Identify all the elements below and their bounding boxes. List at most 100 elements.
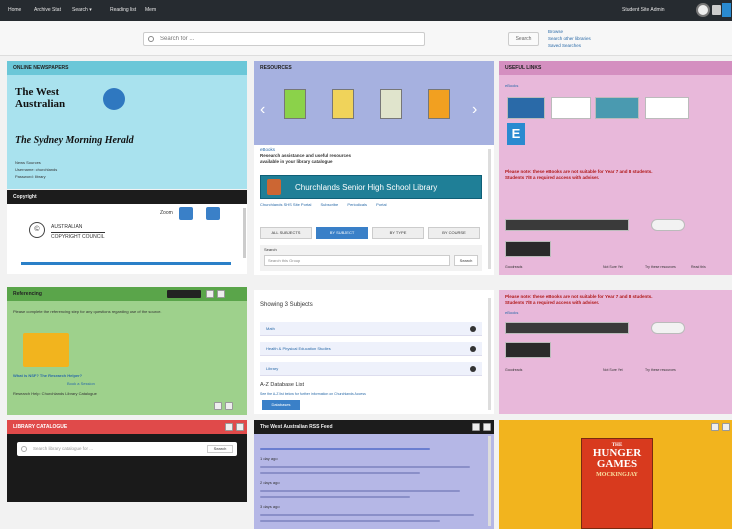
group-search-button[interactable]: Search	[454, 255, 478, 266]
school-crest-icon	[267, 179, 281, 195]
sydney-morning-herald-logo[interactable]: The Sydney Morning Herald	[15, 135, 245, 146]
subject-math[interactable]: Math	[266, 326, 275, 331]
rss-time: 2 days ago	[260, 480, 280, 485]
subject-library[interactable]: Library	[266, 366, 278, 371]
carousel: ‹ ›	[254, 75, 494, 145]
tab-by-subject[interactable]: BY SUBJECT	[316, 227, 368, 239]
search-links: Browse Search other libraries Saved Sear…	[548, 28, 591, 49]
label-try-resources[interactable]: Try these resources	[645, 265, 676, 269]
nav-search-menu[interactable]: Search ▾	[72, 7, 92, 13]
browse-link[interactable]: Browse	[548, 28, 591, 35]
folder-icon[interactable]	[23, 333, 69, 367]
label-goodreads[interactable]: Goodreads	[505, 368, 522, 372]
nav-reading-list[interactable]: Reading list	[110, 7, 136, 13]
user-name[interactable]: Student Site Admin	[622, 7, 665, 13]
rss-headline[interactable]	[260, 448, 430, 450]
audio-badge[interactable]	[651, 219, 685, 231]
subject-health[interactable]: Health & Physical Education Studies	[266, 346, 331, 351]
zoom-in-button[interactable]	[179, 207, 193, 220]
avatar[interactable]	[696, 3, 710, 17]
library-link-subscribe[interactable]: Subscribe	[320, 202, 338, 207]
edit-icon[interactable]	[472, 423, 480, 431]
saved-searches-link[interactable]: Saved Searches	[548, 42, 591, 49]
rss-panel: The West Australian RSS Feed 1 day ago 2…	[254, 420, 494, 529]
delete-icon[interactable]	[236, 423, 244, 431]
page-button[interactable]	[214, 402, 222, 410]
nav-mem[interactable]: Mem	[145, 7, 156, 13]
edit-icon[interactable]	[225, 423, 233, 431]
tab-by-course[interactable]: BY COURSE	[428, 227, 480, 239]
ebooks-link[interactable]: eBooks	[505, 83, 518, 88]
book-cover[interactable]	[428, 89, 450, 119]
group-search-input[interactable]: Search this Group	[264, 255, 450, 266]
zoom-label: Zoom	[160, 210, 173, 216]
ebooks-link[interactable]: eBooks	[505, 310, 518, 315]
library-link-portal[interactable]: Churchlands SHS Site Portal	[260, 202, 311, 207]
library-link-periodicals[interactable]: Periodicals	[347, 202, 367, 207]
search-button[interactable]: Search	[508, 32, 539, 46]
catalogue-search-input[interactable]: Search library catalogue for ...	[33, 446, 93, 451]
nav-archive[interactable]: Archive Stat	[34, 7, 61, 13]
promo-banner[interactable]	[505, 219, 629, 231]
ebook-platform-logo[interactable]	[595, 97, 639, 119]
copyright-panel: Copyright Zoom © AUSTRALIAN COPYRIGHT CO…	[7, 190, 247, 274]
carousel-prev-icon[interactable]: ‹	[260, 101, 265, 119]
scrollbar[interactable]	[488, 298, 491, 410]
tab-all-subjects[interactable]: ALL SUBJECTS	[260, 227, 312, 239]
ebook-e-icon[interactable]: E	[507, 123, 525, 145]
databases-button[interactable]: Databases	[262, 400, 300, 410]
book-cover[interactable]	[380, 89, 402, 119]
tab-by-type[interactable]: BY TYPE	[372, 227, 424, 239]
research-helper-link[interactable]: What is NSF? The Research Helper?	[13, 373, 82, 378]
az-description: See the A-Z list below for further infor…	[260, 392, 366, 396]
list-item[interactable]: Library	[260, 362, 482, 376]
toggle-button[interactable]	[167, 290, 201, 298]
book-session-link[interactable]: Book a Session	[67, 381, 95, 386]
audio-badge[interactable]	[651, 322, 685, 334]
help-tab[interactable]	[722, 3, 731, 17]
fullscreen-button[interactable]	[206, 207, 220, 220]
resources-subtitle-2: available in your library catalogue	[260, 159, 333, 164]
scrollbar[interactable]	[488, 436, 491, 526]
settings-icon[interactable]	[712, 5, 721, 15]
useful-links-panel: USEFUL LINKS eBooks E Please note: these…	[499, 61, 732, 275]
book-cover[interactable]	[332, 89, 354, 119]
promo-banner[interactable]	[505, 322, 629, 334]
list-item[interactable]: Health & Physical Education Studies	[260, 342, 482, 356]
page-button[interactable]	[225, 402, 233, 410]
book-cover[interactable]	[284, 89, 306, 119]
search-other-libraries-link[interactable]: Search other libraries	[548, 35, 591, 42]
search-icon	[21, 446, 27, 452]
useful-links-title: USEFUL LINKS	[499, 61, 732, 75]
delete-icon[interactable]	[483, 423, 491, 431]
delete-icon[interactable]	[217, 290, 225, 298]
scrollbar[interactable]	[243, 208, 246, 258]
edit-icon[interactable]	[711, 423, 719, 431]
list-item[interactable]: Math	[260, 322, 482, 336]
book-cover-hunger-games[interactable]: THE HUNGER GAMES MOCKINGJAY	[581, 438, 653, 529]
wheelers-logo[interactable]	[645, 97, 689, 119]
catalogue-search-button[interactable]: Search	[207, 445, 233, 453]
label-not-sure[interactable]: Not Sure Yet	[603, 265, 623, 269]
study-guide-logo[interactable]	[505, 241, 551, 257]
west-australian-logo[interactable]: The West Australian	[15, 86, 97, 110]
referencing-panel: Referencing Please complete the referenc…	[7, 287, 247, 415]
study-guide-logo[interactable]	[505, 342, 551, 358]
label-not-sure[interactable]: Not Sure Yet	[603, 368, 623, 373]
library-link-portal-2[interactable]: Portal	[376, 202, 386, 207]
cloud-library-logo[interactable]	[551, 97, 591, 119]
delete-icon[interactable]	[722, 423, 730, 431]
label-try-resources[interactable]: Try these resources	[645, 368, 676, 373]
library-banner[interactable]: Churchlands Senior High School Library	[260, 175, 482, 199]
label-read-this[interactable]: Read this	[691, 265, 706, 269]
news-badge-icon[interactable]	[103, 88, 125, 110]
edit-icon[interactable]	[206, 290, 214, 298]
ebook-platform-logo[interactable]	[507, 97, 545, 119]
nav-home[interactable]: Home	[8, 7, 21, 13]
resources-title: RESOURCES	[254, 61, 494, 75]
search-input[interactable]	[144, 33, 424, 45]
scrollbar[interactable]	[488, 149, 491, 269]
ebooks-notice-line-2: Students 7/8 a required access with advi…	[505, 175, 600, 180]
label-goodreads[interactable]: Goodreads	[505, 265, 522, 269]
carousel-next-icon[interactable]: ›	[472, 101, 477, 119]
